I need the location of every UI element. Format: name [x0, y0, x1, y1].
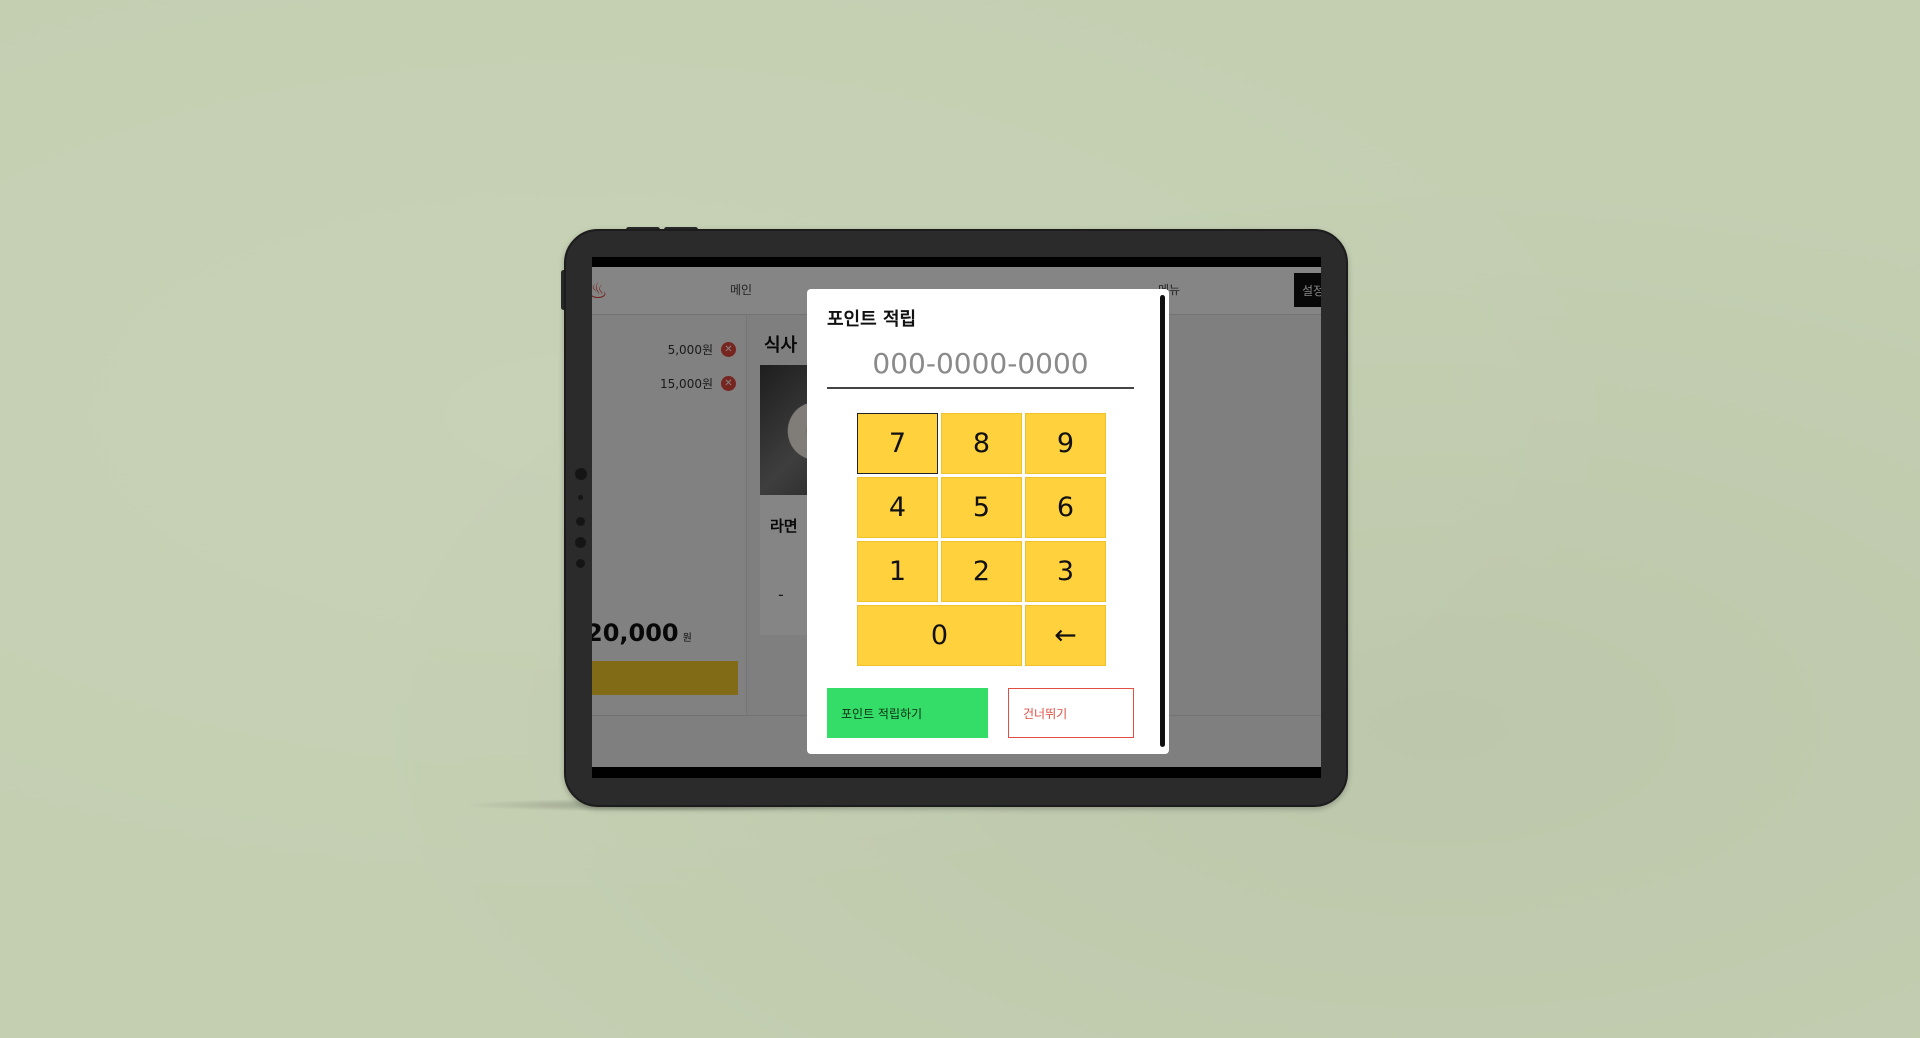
phone-number-input[interactable] — [827, 339, 1134, 389]
camera-dot — [575, 468, 587, 480]
backspace-key[interactable]: ← — [1025, 605, 1106, 666]
earn-points-button[interactable]: 포인트 적립하기 — [827, 688, 988, 738]
key-1[interactable]: 1 — [857, 541, 938, 602]
key-5[interactable]: 5 — [941, 477, 1022, 538]
key-7[interactable]: 7 — [857, 413, 938, 474]
sensor-dot — [576, 517, 585, 526]
modal-scrollbar[interactable] — [1160, 295, 1165, 747]
modal-actions: 포인트 적립하기 건너뛰기 — [827, 688, 1134, 738]
key-3[interactable]: 3 — [1025, 541, 1106, 602]
key-0[interactable]: 0 — [857, 605, 1022, 666]
key-4[interactable]: 4 — [857, 477, 938, 538]
key-8[interactable]: 8 — [941, 413, 1022, 474]
point-modal: 포인트 적립 7 8 9 4 5 6 1 2 3 0 ← 포인트 적립하기 건너… — [807, 289, 1169, 754]
key-2[interactable]: 2 — [941, 541, 1022, 602]
camera-dot — [575, 537, 586, 548]
sensor-dot — [578, 495, 583, 500]
key-6[interactable]: 6 — [1025, 477, 1106, 538]
number-keypad: 7 8 9 4 5 6 1 2 3 0 ← — [857, 413, 1106, 669]
skip-button[interactable]: 건너뛰기 — [1008, 688, 1134, 738]
sensor-dot — [576, 559, 585, 568]
arrow-left-icon: ← — [1054, 620, 1077, 651]
tablet-screen: ♨ 메인 메뉴 설정 5,000원 ✕ 15,000원 ✕ 20,000 원 식사 — [592, 257, 1321, 778]
modal-title: 포인트 적립 — [827, 309, 917, 330]
key-9[interactable]: 9 — [1025, 413, 1106, 474]
